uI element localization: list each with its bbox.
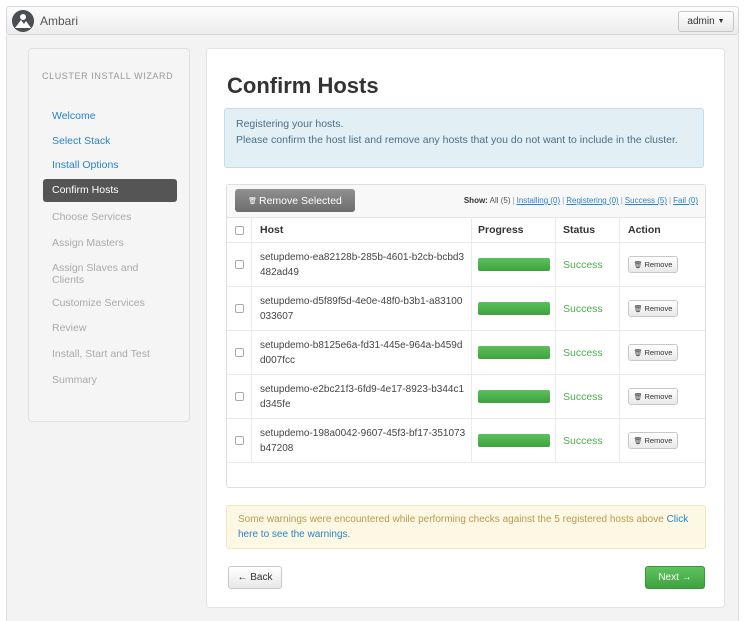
filter-success[interactable]: Success (5) <box>625 196 667 205</box>
next-button[interactable]: Next → <box>645 566 705 589</box>
hosts-table: 🗑 Remove Selected Show: All (5) | Installi… <box>226 184 706 488</box>
sidebar-item-review: Review <box>52 322 87 334</box>
host-name: setupdemo-e2bc21f3-6fd9-4e17-8923-b344c1… <box>260 383 465 410</box>
sidebar-title: CLUSTER INSTALL WIZARD <box>42 71 174 81</box>
info-line-1: Registering your hosts. <box>236 118 344 130</box>
filter-installing[interactable]: Installing (0) <box>517 196 561 205</box>
table-row: setupdemo-e2bc21f3-6fd9-4e17-8923-b344c1… <box>227 375 705 419</box>
table-toolbar: 🗑 Remove Selected Show: All (5) | Installi… <box>227 185 705 218</box>
user-menu-button[interactable]: admin ▼ <box>678 11 734 32</box>
table-row: setupdemo-b8125e6a-fd31-445e-964a-b459dd… <box>227 331 705 375</box>
trash-icon: 🗑 <box>633 437 643 445</box>
table-row: setupdemo-d5f89f5d-4e0e-48f0-b3b1-a83100… <box>227 287 705 331</box>
host-filters: Show: All (5) | Installing (0) | Registering… <box>463 196 698 205</box>
table-row: setupdemo-198a0042-9607-45f3-bf17-351073… <box>227 419 705 463</box>
status-text: Success <box>563 434 603 447</box>
remove-selected-label: Remove Selected <box>259 194 342 207</box>
info-line-2: Please confirm the host list and remove … <box>236 134 678 146</box>
trash-icon: 🗑 <box>633 305 643 313</box>
sidebar-item-welcome[interactable]: Welcome <box>43 105 177 128</box>
wizard-sidebar: CLUSTER INSTALL WIZARD Welcome Select St… <box>28 48 190 422</box>
progress-bar <box>478 302 550 315</box>
app-name: Ambari <box>40 14 79 28</box>
filter-registering[interactable]: Registering (0) <box>566 196 618 205</box>
ambari-logo-icon[interactable] <box>12 10 34 32</box>
page-title: Confirm Hosts <box>227 73 379 98</box>
row-checkbox[interactable] <box>234 260 244 269</box>
sidebar-item-choose-services: Choose Services <box>52 211 132 223</box>
sidebar-item-customize-services: Customize Services <box>52 297 145 309</box>
status-text: Success <box>563 302 603 315</box>
row-checkbox[interactable] <box>234 436 244 445</box>
sidebar-item-assign-slaves: Assign Slaves and Clients <box>52 262 139 286</box>
trash-icon: 🗑 <box>633 349 643 357</box>
back-button[interactable]: ← Back <box>228 566 282 589</box>
column-header-host: Host <box>251 218 471 242</box>
status-text: Success <box>563 390 603 403</box>
select-all-checkbox[interactable] <box>234 225 244 235</box>
host-name: setupdemo-d5f89f5d-4e0e-48f0-b3b1-a83100… <box>260 295 463 322</box>
sidebar-item-assign-masters: Assign Masters <box>52 237 124 249</box>
trash-icon: 🗑 <box>248 197 257 205</box>
host-name: setupdemo-198a0042-9607-45f3-bf17-351073… <box>260 427 466 454</box>
host-name: setupdemo-ea82128b-285b-4601-b2cb-bcbd34… <box>260 251 465 278</box>
trash-icon: 🗑 <box>633 261 643 269</box>
row-checkbox[interactable] <box>234 304 244 313</box>
warning-alert: Some warnings were encountered while per… <box>226 505 706 549</box>
filter-all[interactable]: All (5) <box>490 196 511 205</box>
column-header-action: Action <box>619 218 705 242</box>
filter-show-label: Show: <box>463 196 488 205</box>
filter-fail[interactable]: Fail (0) <box>673 196 698 205</box>
remove-label: Remove <box>644 260 673 269</box>
sidebar-item-install-start-test: Install, Start and Test <box>52 348 150 360</box>
column-header-progress: Progress <box>471 218 555 242</box>
remove-host-button[interactable]: 🗑 Remove <box>628 344 678 361</box>
sidebar-item-install-options[interactable]: Install Options <box>43 154 177 177</box>
remove-label: Remove <box>644 348 673 357</box>
caret-down-icon: ▼ <box>717 18 725 25</box>
remove-host-button[interactable]: 🗑 Remove <box>628 256 678 273</box>
table-header: Host Progress Status Action <box>227 218 705 243</box>
progress-bar <box>478 258 550 271</box>
progress-bar <box>478 346 550 359</box>
column-header-status: Status <box>555 218 619 242</box>
host-name: setupdemo-b8125e6a-fd31-445e-964a-b459dd… <box>260 339 463 366</box>
progress-bar <box>478 434 550 447</box>
remove-selected-button[interactable]: 🗑 Remove Selected <box>235 189 355 212</box>
status-text: Success <box>563 258 603 271</box>
remove-label: Remove <box>644 436 673 445</box>
user-menu-label: admin <box>687 16 715 27</box>
status-text: Success <box>563 346 603 359</box>
trash-icon: 🗑 <box>633 393 643 401</box>
info-alert: Registering your hosts. Please confirm t… <box>224 108 704 168</box>
sidebar-item-confirm-hosts[interactable]: Confirm Hosts <box>43 179 177 202</box>
sidebar-item-summary: Summary <box>52 374 97 386</box>
warning-text: Some warnings were encountered while per… <box>238 514 664 525</box>
table-row: setupdemo-ea82128b-285b-4601-b2cb-bcbd34… <box>227 243 705 287</box>
remove-host-button[interactable]: 🗑 Remove <box>628 300 678 317</box>
progress-bar <box>478 390 550 403</box>
row-checkbox[interactable] <box>234 392 244 401</box>
row-checkbox[interactable] <box>234 348 244 357</box>
remove-host-button[interactable]: 🗑 Remove <box>628 432 678 449</box>
remove-label: Remove <box>644 392 673 401</box>
top-navbar: Ambari admin ▼ <box>6 6 739 35</box>
remove-label: Remove <box>644 304 673 313</box>
sidebar-item-select-stack[interactable]: Select Stack <box>43 130 177 153</box>
remove-host-button[interactable]: 🗑 Remove <box>628 388 678 405</box>
main-panel: Confirm Hosts Registering your hosts. Pl… <box>206 48 725 608</box>
